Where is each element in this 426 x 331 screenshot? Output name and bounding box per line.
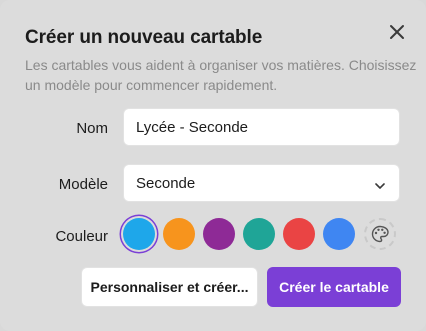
customize-and-create-button[interactable]: Personnaliser et créer... [81,267,258,307]
create-binder-dialog: Créer un nouveau cartable Les cartables … [0,0,426,331]
color-swatch-red[interactable] [283,218,315,250]
color-swatch-teal[interactable] [243,218,275,250]
name-label: Nom [76,120,108,137]
color-label: Couleur [55,228,108,245]
model-select[interactable]: Seconde [123,164,400,202]
dialog-description: Les cartables vous aident à organiser vo… [25,57,417,93]
close-icon[interactable] [386,21,408,43]
color-swatch-orange[interactable] [163,218,195,250]
model-select-value: Seconde [136,174,196,192]
color-swatch-sky-blue[interactable] [123,218,155,250]
color-swatch-blue[interactable] [323,218,355,250]
color-swatch-purple[interactable] [203,218,235,250]
palette-icon[interactable] [364,218,396,250]
model-label: Modèle [58,176,108,193]
create-binder-button[interactable]: Créer le cartable [267,267,401,307]
chevron-down-icon [373,179,387,193]
dialog-title: Créer un nouveau cartable [25,27,263,48]
name-input[interactable] [123,108,400,146]
